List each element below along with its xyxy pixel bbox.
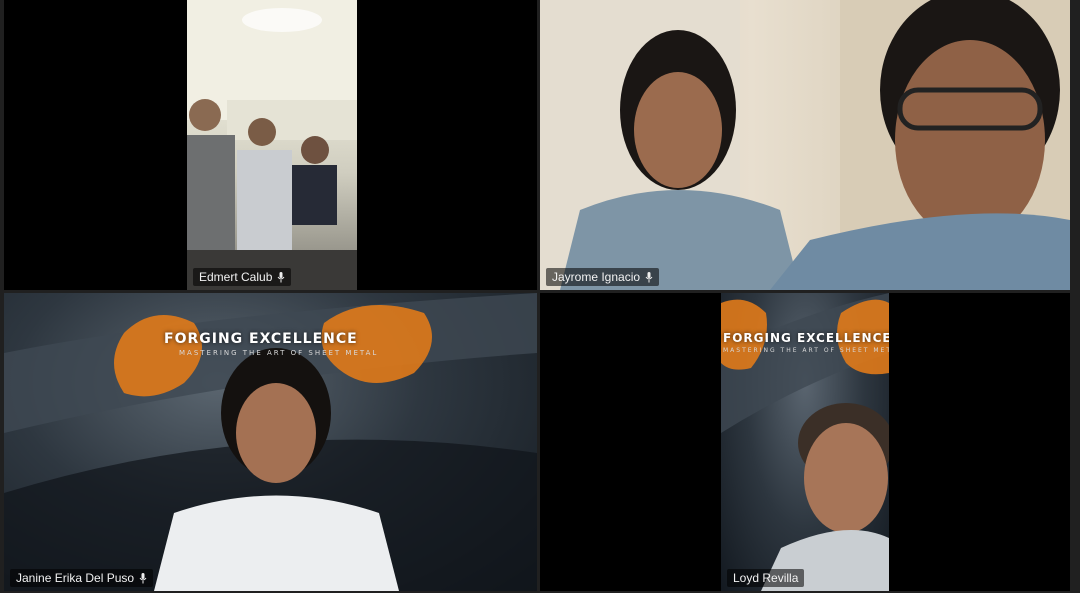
background-title: FORGING EXCELLENCE — [164, 331, 358, 347]
room-scene-image — [187, 0, 357, 290]
background-subtitle: MASTERING THE ART OF SHEET METAL — [723, 347, 889, 354]
participants-image — [540, 0, 1070, 290]
participant-name: Edmert Calub — [199, 270, 273, 284]
participant-name: Jayrome Ignacio — [552, 270, 641, 284]
participant-name-tag: Jayrome Ignacio — [546, 268, 660, 286]
participant-name: Loyd Revilla — [733, 571, 799, 585]
background-title: FORGING EXCELLENCE — [723, 331, 889, 345]
participant-tile-loyd[interactable]: FORGING EXCELLENCE MASTERING THE ART OF … — [540, 293, 1070, 591]
participant-tile-jayrome[interactable]: Jayrome Ignacio — [540, 0, 1070, 290]
participant-name: Janine Erika Del Puso — [16, 571, 135, 585]
microphone-icon — [277, 271, 285, 283]
background-subtitle: MASTERING THE ART OF SHEET METAL — [179, 349, 379, 357]
microphone-icon — [139, 572, 147, 584]
participant-video: FORGING EXCELLENCE MASTERING THE ART OF … — [4, 293, 537, 591]
participant-video: FORGING EXCELLENCE MASTERING THE ART OF … — [721, 293, 889, 591]
microphone-icon — [645, 271, 653, 283]
video-grid: Edmert Calub Jayrome Ignacio FORGING EXC… — [0, 0, 1080, 593]
participant-video: Edmert Calub — [187, 0, 357, 290]
participant-tile-janine[interactable]: FORGING EXCELLENCE MASTERING THE ART OF … — [4, 293, 537, 591]
participant-video: Jayrome Ignacio — [540, 0, 1070, 290]
participant-name-tag: Loyd Revilla — [727, 569, 805, 587]
participant-tile-edmert[interactable]: Edmert Calub — [4, 0, 537, 290]
participant-name-tag: Edmert Calub — [193, 268, 292, 286]
participant-name-tag: Janine Erika Del Puso — [10, 569, 154, 587]
